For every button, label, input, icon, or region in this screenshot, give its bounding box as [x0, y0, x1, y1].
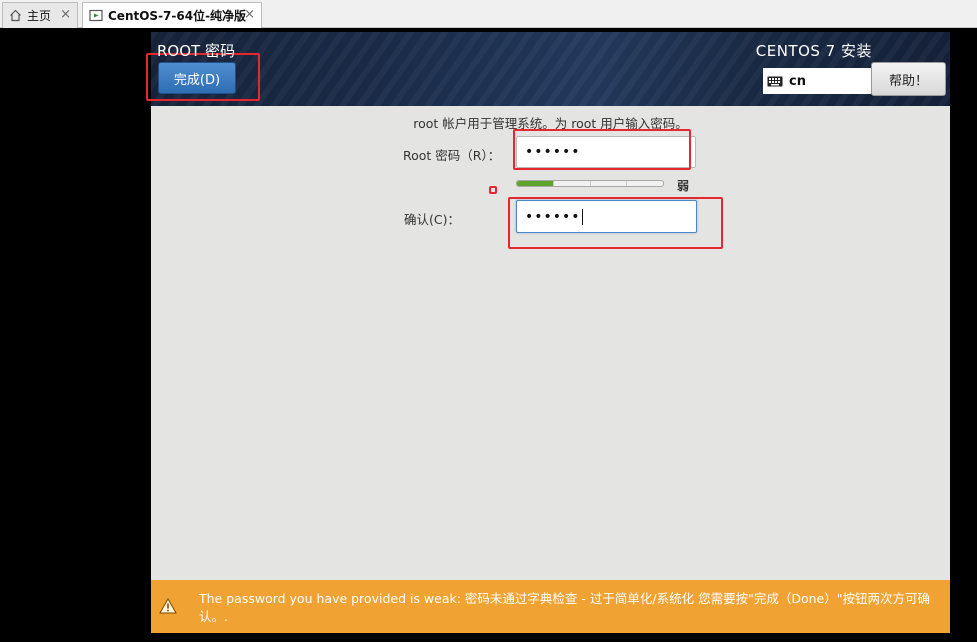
help-button[interactable]: 帮助！: [871, 62, 946, 96]
tab-label: CentOS-7-64位-纯净版: [108, 9, 247, 23]
tab-label: 主页: [27, 9, 52, 23]
warning-bar[interactable]: The password you have provided is weak: …: [151, 580, 950, 633]
strength-segment: [591, 181, 628, 186]
instruction-text: root 帐户用于管理系统。为 root 用户输入密码。: [413, 116, 688, 131]
keyboard-icon: [767, 76, 783, 86]
strength-segment: [627, 181, 663, 186]
strength-segment: [554, 181, 591, 186]
strength-label: 弱: [677, 179, 690, 193]
warning-message: The password you have provided is weak: …: [199, 591, 930, 624]
vm-icon: [89, 9, 103, 22]
close-icon[interactable]: ×: [60, 7, 71, 22]
keyboard-layout-label: cn: [789, 73, 806, 89]
annotation-marker: [489, 186, 497, 194]
warning-icon: [159, 598, 177, 614]
tab-bar: 主页 × CentOS-7-64位-纯净版 ×: [0, 0, 977, 28]
confirm-label: 确认(C)：: [404, 212, 460, 227]
close-icon[interactable]: ×: [244, 7, 255, 22]
tab-home[interactable]: 主页 ×: [2, 2, 78, 28]
done-button[interactable]: 完成(D): [158, 62, 236, 94]
password-strength-bar: [516, 180, 664, 187]
vm-background: [0, 28, 151, 640]
password-field[interactable]: ••••••: [516, 136, 696, 168]
confirm-value: ••••••: [525, 208, 581, 225]
page-title: ROOT 密码: [157, 42, 235, 60]
product-title: CENTOS 7 安装: [755, 42, 872, 60]
password-value: ••••••: [525, 144, 581, 160]
text-caret: [581, 208, 583, 225]
installer-header: ROOT 密码 完成(D) CENTOS 7 安装 cn 帮助！: [151, 32, 950, 106]
installer-screen: ROOT 密码 完成(D) CENTOS 7 安装 cn 帮助！ root 帐户…: [151, 32, 950, 633]
strength-segment: [517, 181, 554, 186]
confirm-password-field[interactable]: ••••••: [516, 200, 697, 233]
keyboard-layout-indicator[interactable]: cn: [763, 68, 871, 94]
tab-vm[interactable]: CentOS-7-64位-纯净版 ×: [82, 2, 262, 28]
password-label: Root 密码（R）：: [403, 148, 501, 163]
home-icon: [10, 9, 21, 22]
